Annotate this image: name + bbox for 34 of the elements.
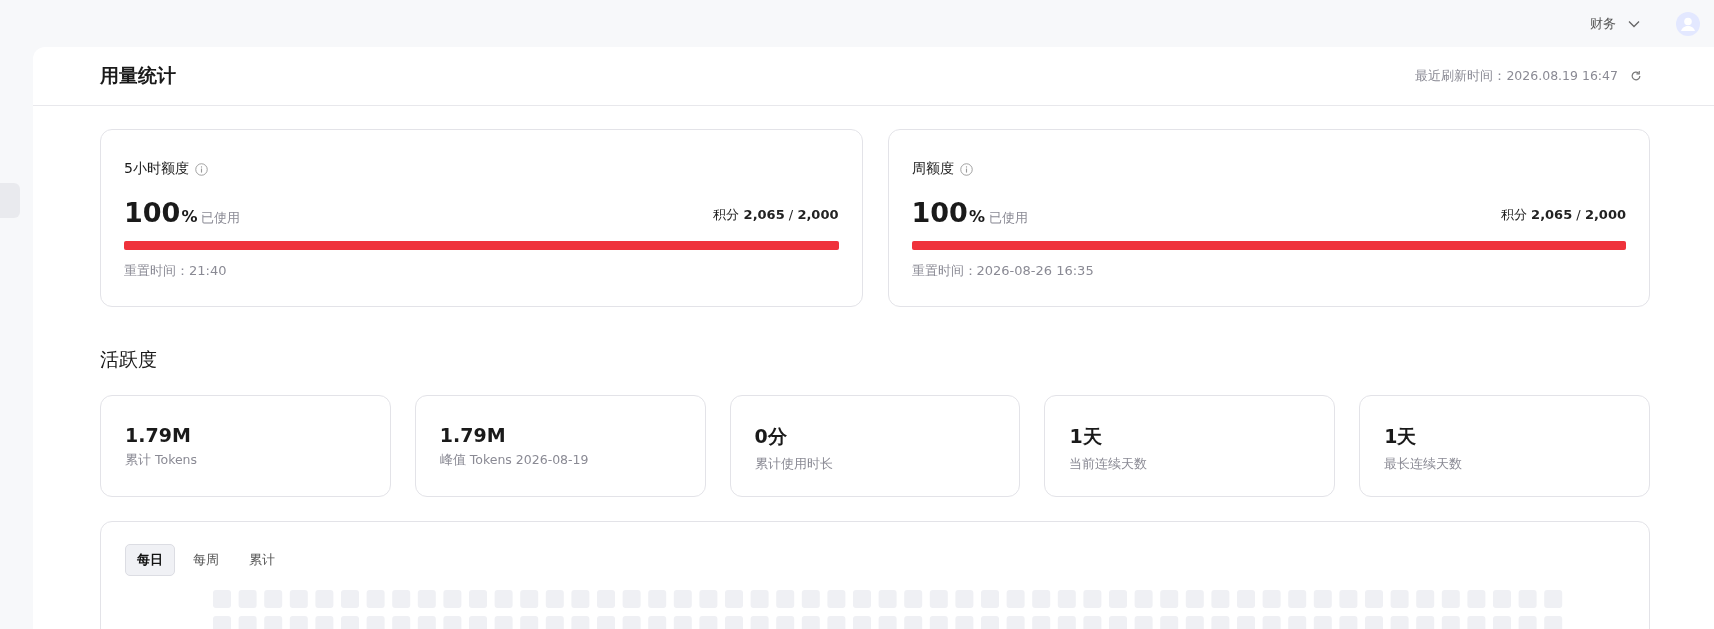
points-text: 积分 2,065 / 2,000 (1500, 206, 1626, 224)
stat-value: 1天 (1069, 424, 1103, 449)
stat-value: 0分 (754, 424, 788, 449)
stat-label: 累计使用时长 (754, 456, 834, 473)
refresh-icon[interactable] (1630, 70, 1642, 82)
usage-percent: 100 (911, 197, 968, 228)
period-tab[interactable]: 每周 (181, 544, 231, 576)
quota-title: 5小时额度 (124, 160, 189, 178)
account-menu[interactable]: 财务 (1590, 14, 1640, 33)
period-tab[interactable]: 每日 (125, 544, 175, 576)
reset-time: 重置时间：2026-08-26 16:35 (911, 262, 1095, 280)
stat-value: 1.79M (125, 424, 192, 446)
refresh-time: 最近刷新时间：2026.08.19 16:47 (1415, 67, 1618, 85)
stat-label: 当前连续天数 (1069, 456, 1149, 473)
info-icon[interactable] (959, 162, 973, 176)
stat-label: 最长连续天数 (1384, 456, 1464, 473)
percent-unit: % (181, 207, 198, 226)
caret-icon (1628, 19, 1640, 28)
points-text: 积分 2,065 / 2,000 (713, 206, 839, 224)
avatar-icon[interactable] (1676, 11, 1700, 36)
stat-value: 1天 (1384, 424, 1418, 449)
usage-label: 已使用 (201, 210, 241, 225)
period-tab[interactable]: 累计 (237, 544, 287, 576)
usage-label: 已使用 (988, 210, 1028, 225)
stat-label: 峰值 Tokens 2026-08-19 (439, 452, 590, 469)
stat-value: 1.79M (439, 424, 507, 446)
quota-title: 周额度 (911, 160, 954, 178)
page-title: 用量统计 (100, 63, 176, 88)
reset-time: 重置时间：21:40 (124, 262, 228, 280)
info-icon[interactable] (194, 162, 208, 176)
usage-percent: 100 (124, 197, 181, 228)
stat-label: 累计 Tokens (125, 452, 199, 469)
section-title: 活跃度 (100, 347, 158, 372)
percent-unit: % (968, 207, 985, 226)
